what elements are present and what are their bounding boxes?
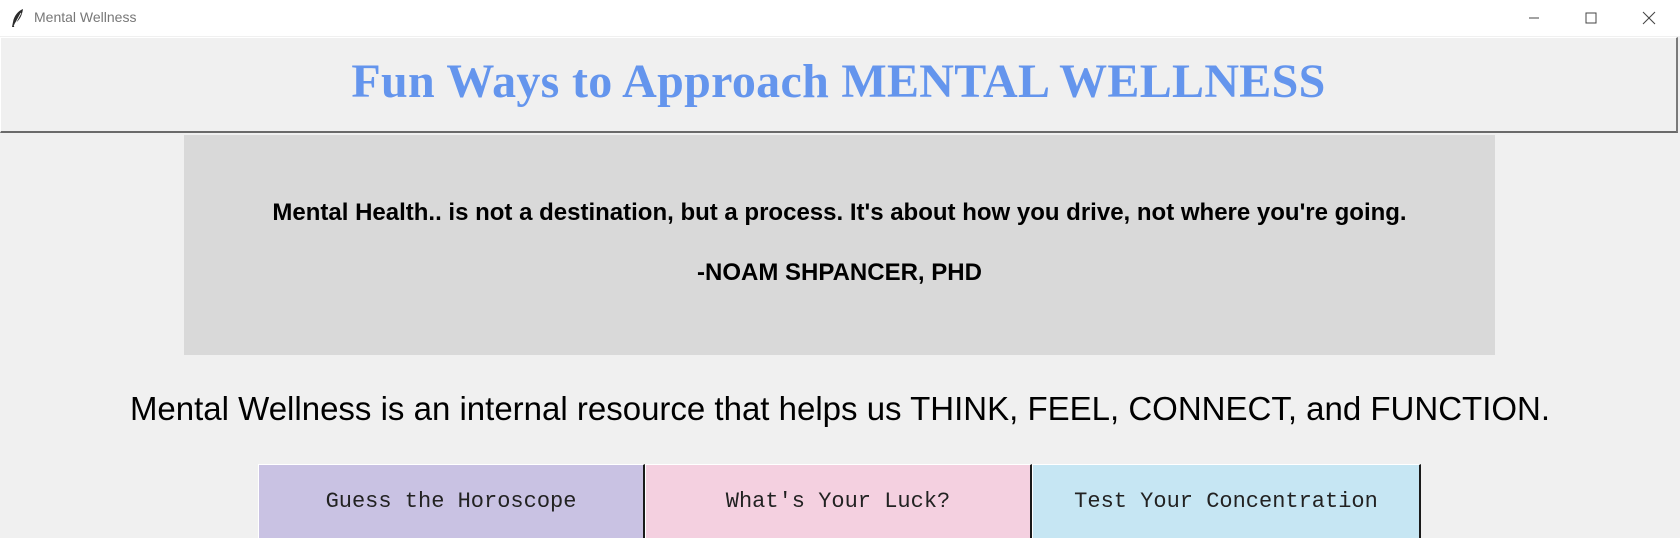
title-bar: Mental Wellness — [0, 0, 1680, 36]
maximize-icon — [1585, 12, 1597, 24]
quote-text: Mental Health.. is not a destination, bu… — [272, 199, 1407, 226]
close-button[interactable] — [1620, 0, 1678, 36]
minimize-icon — [1529, 17, 1539, 19]
app-window: Mental Wellness Fun Ways to Approach MEN… — [0, 0, 1680, 538]
quote-box: Mental Health.. is not a destination, bu… — [184, 135, 1495, 355]
description-text: Mental Wellness is an internal resource … — [129, 390, 1551, 427]
minimize-button[interactable] — [1505, 0, 1563, 36]
maximize-button[interactable] — [1562, 0, 1620, 36]
test-concentration-button[interactable]: Test Your Concentration — [1032, 464, 1421, 538]
feather-icon — [10, 8, 26, 28]
whats-your-luck-button[interactable]: What's Your Luck? — [645, 464, 1032, 538]
header-frame: Fun Ways to Approach MENTAL WELLNESS — [0, 37, 1678, 133]
guess-horoscope-button[interactable]: Guess the Horoscope — [258, 464, 645, 538]
window-title: Mental Wellness — [34, 9, 137, 25]
close-icon — [1642, 11, 1656, 25]
page-title: Fun Ways to Approach MENTAL WELLNESS — [351, 55, 1326, 108]
quote-author: -NOAM SHPANCER, PHD — [697, 259, 982, 286]
